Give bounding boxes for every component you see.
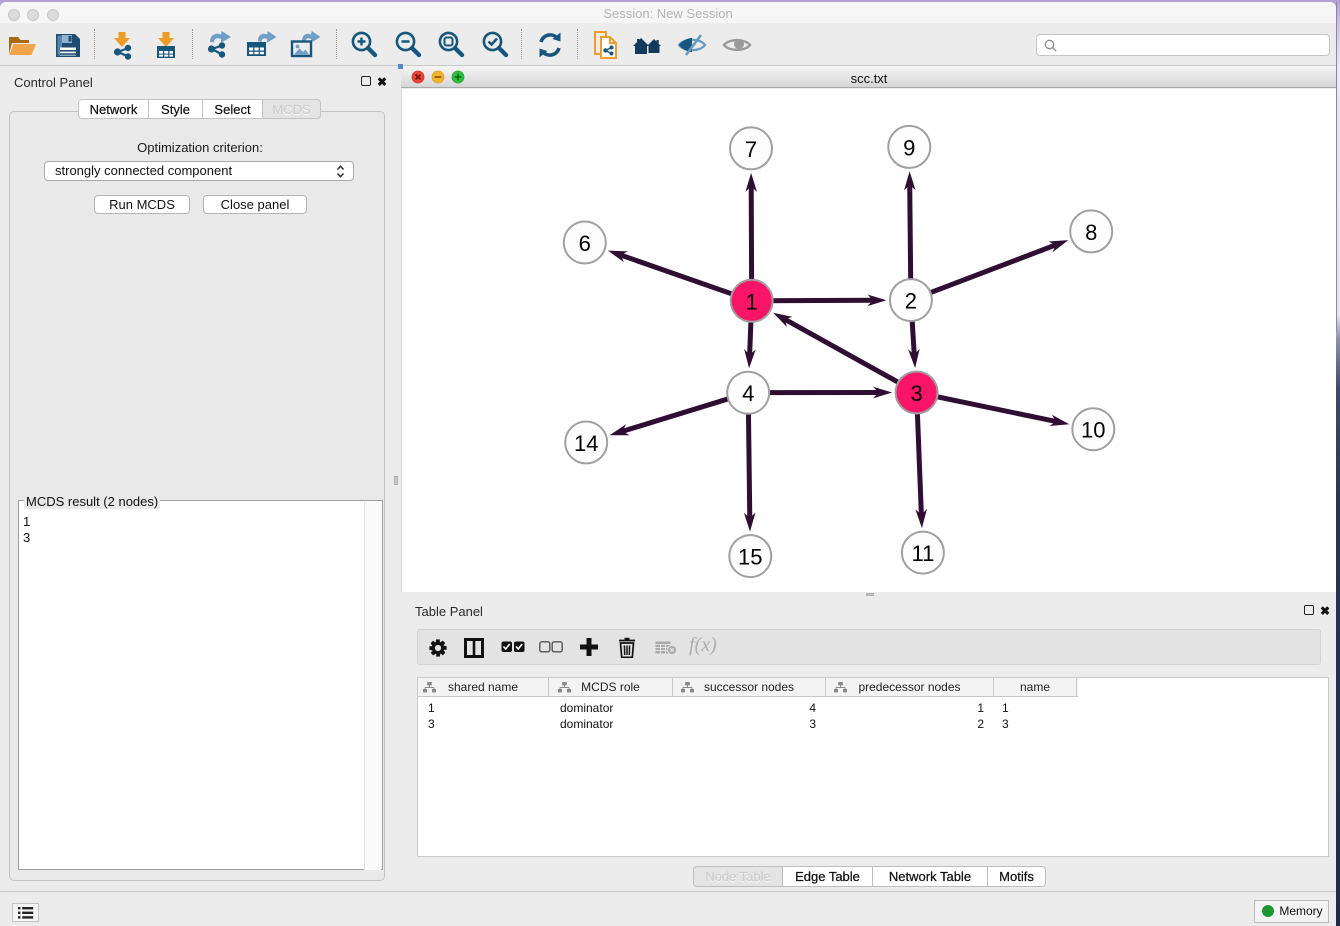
svg-text:8: 8 [1085,220,1097,245]
svg-text:10: 10 [1081,418,1105,443]
svg-text:2: 2 [905,289,917,314]
svg-text:6: 6 [579,231,591,256]
svg-text:3: 3 [910,381,922,406]
svg-text:9: 9 [903,135,915,160]
svg-text:14: 14 [574,431,598,456]
svg-text:15: 15 [738,545,762,570]
svg-text:7: 7 [745,137,757,162]
svg-text:1: 1 [746,289,758,314]
svg-text:11: 11 [911,541,934,566]
svg-text:4: 4 [742,381,754,406]
